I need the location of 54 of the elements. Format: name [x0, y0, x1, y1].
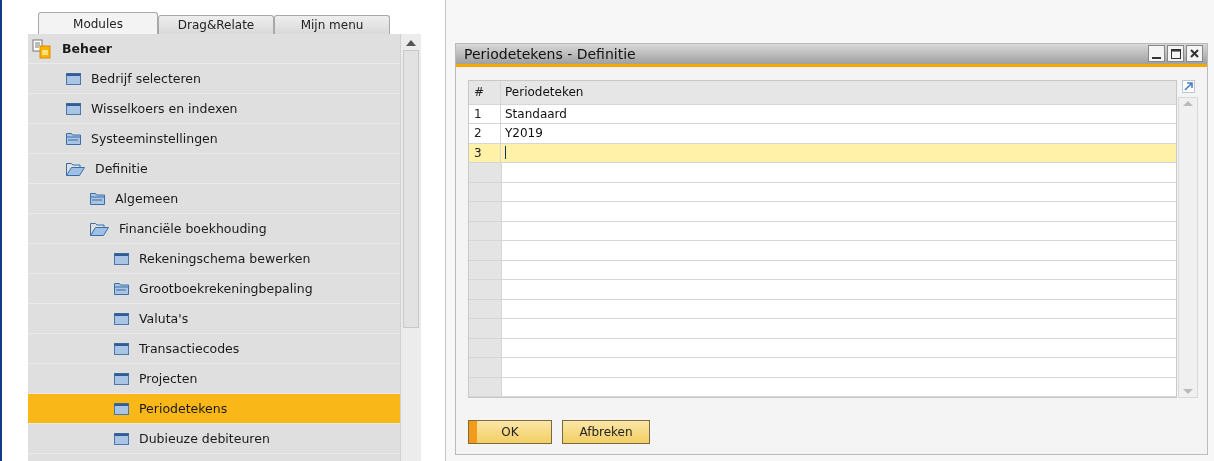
scroll-up-icon	[1183, 100, 1193, 106]
maximize-button[interactable]	[1167, 45, 1184, 63]
window-icon	[114, 252, 129, 265]
empty-grid-row[interactable]	[469, 299, 1176, 319]
tab[interactable]: Modules	[38, 12, 158, 34]
scrollbar[interactable]	[400, 34, 421, 461]
window-icon	[114, 402, 129, 415]
empty-grid-row[interactable]	[469, 338, 1176, 358]
module-icon	[32, 38, 52, 59]
empty-grid-row[interactable]	[469, 377, 1176, 397]
window-icon	[114, 372, 129, 385]
empty-grid-row[interactable]	[469, 319, 1176, 339]
scroll-thumb[interactable]	[403, 50, 419, 328]
close-icon	[1190, 49, 1199, 59]
window-icon	[114, 342, 129, 355]
expand-arrow-icon[interactable]	[1181, 79, 1195, 93]
window-icon	[66, 72, 81, 85]
empty-grid-row[interactable]	[469, 280, 1176, 300]
window-icon	[114, 312, 129, 325]
window-icon	[66, 102, 81, 115]
empty-grid-row[interactable]	[469, 182, 1176, 202]
grid-row[interactable]: 1 Standaard	[469, 104, 1176, 124]
maximize-icon	[1170, 48, 1181, 59]
folder-icon	[114, 282, 129, 295]
empty-grid-row[interactable]	[469, 241, 1176, 261]
empty-grid-row[interactable]	[469, 202, 1176, 222]
ok-button[interactable]: OK	[468, 420, 552, 444]
column-header[interactable]: Periodeteken	[501, 80, 1176, 104]
text-cursor	[505, 146, 506, 160]
tree-item[interactable]: Periodetekens	[28, 394, 400, 424]
tab[interactable]: Drag&Relate	[158, 15, 274, 34]
open-folder-icon	[66, 161, 85, 176]
scroll-down-icon	[1183, 389, 1193, 394]
tab[interactable]: Mijn menu	[274, 15, 390, 34]
minimize-icon	[1152, 56, 1161, 59]
table-cell[interactable]: Standaard	[501, 104, 1176, 123]
minimize-button[interactable]	[1148, 45, 1165, 63]
window-icon	[114, 432, 129, 445]
folder-icon	[66, 132, 81, 145]
scroll-up-icon	[406, 40, 416, 46]
empty-grid-row[interactable]	[469, 260, 1176, 280]
empty-grid-row[interactable]	[469, 163, 1176, 183]
scrollbar[interactable]	[1178, 96, 1198, 398]
grid-row[interactable]: 3	[469, 143, 1176, 163]
cancel-button[interactable]: Afbreken	[562, 420, 650, 444]
window-title: Periodetekens - Definitie	[464, 45, 636, 62]
column-header[interactable]: #	[469, 80, 501, 104]
open-folder-icon	[90, 221, 109, 236]
empty-grid-row[interactable]	[469, 221, 1176, 241]
close-button[interactable]	[1186, 45, 1203, 63]
grid-row[interactable]: 2 Y2019	[469, 124, 1176, 144]
table-cell[interactable]: Y2019	[501, 124, 1176, 143]
empty-grid-row[interactable]	[469, 358, 1176, 378]
folder-icon	[90, 192, 105, 205]
